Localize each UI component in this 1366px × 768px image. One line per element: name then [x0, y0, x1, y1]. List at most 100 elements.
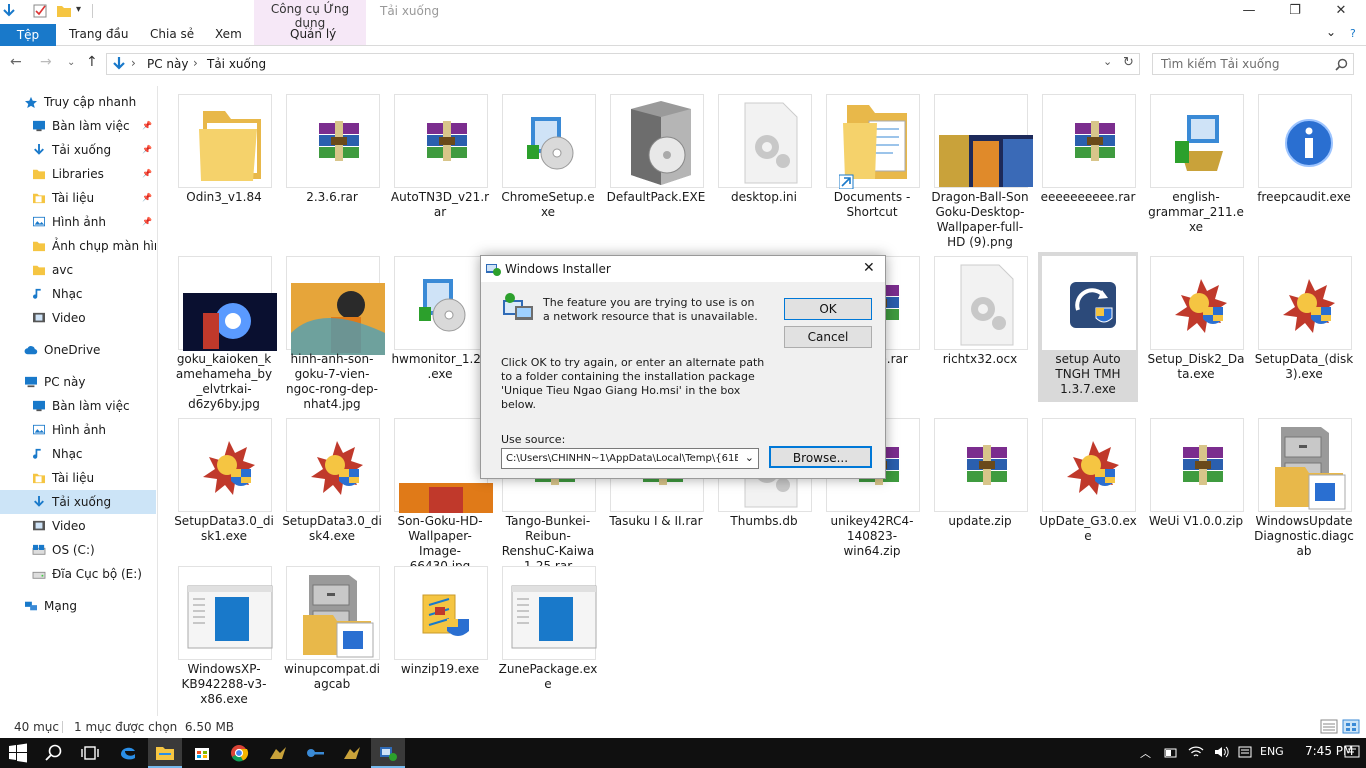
file-item[interactable]: richtx32.ocx — [930, 252, 1030, 402]
file-item[interactable]: Setup_Disk2_Data.exe — [1146, 252, 1246, 402]
installer-taskbar-icon[interactable] — [378, 743, 398, 763]
file-item[interactable]: UpDate_G3.0.exe — [1038, 414, 1138, 560]
nav-network[interactable]: Mạng — [0, 594, 156, 618]
details-view-icon[interactable] — [1320, 719, 1338, 734]
battery-icon[interactable] — [1164, 746, 1178, 760]
file-item[interactable]: update.zip — [930, 414, 1030, 560]
sidebar-item-pc-2[interactable]: Nhạc — [0, 442, 156, 466]
file-item[interactable]: english-grammar_211.exe — [1146, 90, 1246, 240]
sidebar-item-pc-6[interactable]: OS (C:) — [0, 538, 156, 562]
key-icon[interactable] — [305, 743, 325, 763]
sidebar-item-quick-3[interactable]: Tài liệu 📌 — [0, 186, 156, 210]
tab-view[interactable]: Xem — [215, 27, 242, 41]
tab-file[interactable]: Tệp — [0, 24, 56, 46]
new-folder-quick-icon[interactable] — [56, 3, 72, 19]
pin-icon[interactable]: 📌 — [142, 210, 152, 234]
cancel-button[interactable]: Cancel — [784, 326, 872, 348]
up-button[interactable]: ↑ — [86, 54, 98, 70]
sidebar-item-quick-1[interactable]: Tải xuống 📌 — [0, 138, 156, 162]
tab-home[interactable]: Trang đầu — [69, 27, 128, 41]
recent-locations-button[interactable]: ⌄ — [67, 57, 75, 68]
store-icon[interactable] — [192, 743, 212, 763]
pin-icon[interactable]: 📌 — [142, 114, 152, 138]
file-item[interactable]: setup Auto TNGH TMH 1.3.7.exe — [1038, 252, 1138, 402]
large-icons-view-icon[interactable] — [1342, 719, 1360, 734]
file-item[interactable]: freepcaudit.exe — [1254, 90, 1354, 240]
file-item[interactable]: WindowsXP-KB942288-v3-x86.exe — [174, 562, 274, 712]
nav-this-pc[interactable]: PC này — [0, 370, 156, 394]
download-quick-icon[interactable] — [1, 3, 17, 19]
file-item[interactable]: ChromeSetup.exe — [498, 90, 598, 240]
breadcrumb-downloads[interactable]: Tải xuống — [207, 57, 266, 71]
file-item[interactable]: 2.3.6.rar — [282, 90, 382, 240]
sidebar-item-quick-5[interactable]: Ảnh chụp màn hình — [0, 234, 156, 258]
file-item[interactable]: winzip19.exe — [390, 562, 490, 712]
wifi-icon[interactable] — [1188, 745, 1204, 759]
pin-icon[interactable]: 📌 — [142, 138, 152, 162]
file-item[interactable]: ZunePackage.exe — [498, 562, 598, 712]
file-item[interactable]: DefaultPack.EXE — [606, 90, 706, 240]
search-taskbar-icon[interactable] — [44, 743, 64, 763]
sidebar-item-quick-6[interactable]: avc — [0, 258, 156, 282]
sidebar-item-pc-1[interactable]: Hình ảnh — [0, 418, 156, 442]
chrome-icon[interactable] — [229, 743, 249, 763]
customize-quick-access-icon[interactable]: ▾ — [76, 4, 81, 15]
file-item[interactable]: hinh-anh-son-goku-7-vien-ngoc-rong-dep-n… — [282, 252, 385, 411]
volume-icon[interactable] — [1214, 745, 1230, 759]
file-item[interactable]: hwmonitor_1.27.exe — [390, 252, 490, 402]
sidebar-item-quick-0[interactable]: Bàn làm việc 📌 — [0, 114, 156, 138]
file-explorer-icon[interactable] — [155, 743, 175, 763]
dialog-close-button[interactable]: ✕ — [863, 260, 875, 276]
forward-button[interactable]: → — [40, 54, 52, 70]
maximize-button[interactable]: ❐ — [1272, 0, 1318, 24]
back-button[interactable]: ← — [10, 54, 22, 70]
file-item[interactable]: eeeeeeeeee.rar — [1038, 90, 1138, 240]
sidebar-item-pc-7[interactable]: Đĩa Cục bộ (E:) — [0, 562, 156, 586]
file-item[interactable]: goku_kaioken_kamehameha_by_elvtrkai-d6zy… — [174, 252, 277, 411]
file-item[interactable]: Son-Goku-HD-Wallpaper-Image-66430.jpg — [390, 414, 493, 573]
address-dropdown-icon[interactable]: ⌄ — [1103, 55, 1112, 68]
file-item[interactable]: Dragon-Ball-Son Goku-Desktop-Wallpaper-f… — [930, 90, 1033, 249]
nav-quick-access[interactable]: Truy cập nhanh — [0, 90, 156, 114]
tab-share[interactable]: Chia sẻ — [150, 27, 194, 41]
close-button[interactable]: ✕ — [1318, 0, 1364, 24]
file-item[interactable]: WindowsUpdateDiagnostic.diagcab — [1254, 414, 1354, 560]
browse-button[interactable]: Browse... — [769, 446, 872, 468]
sidebar-item-quick-7[interactable]: Nhạc — [0, 282, 156, 306]
file-item[interactable]: WeUi V1.0.0.zip — [1146, 414, 1246, 560]
language-indicator[interactable]: ENG — [1260, 745, 1284, 758]
action-center-icon[interactable] — [1344, 745, 1360, 760]
file-item[interactable]: winupcompat.diagcab — [282, 562, 382, 712]
task-view-icon[interactable] — [80, 743, 100, 763]
sidebar-item-pc-0[interactable]: Bàn làm việc — [0, 394, 156, 418]
sidebar-item-pc-4[interactable]: Tải xuống — [0, 490, 156, 514]
file-item[interactable]: SetupData3.0_disk1.exe — [174, 414, 274, 560]
file-item[interactable]: desktop.ini — [714, 90, 814, 240]
sidebar-item-quick-8[interactable]: Video — [0, 306, 156, 330]
address-bar[interactable]: › PC này › Tải xuống ⌄ ↻ — [106, 53, 1140, 75]
properties-quick-icon[interactable] — [32, 3, 48, 19]
file-item[interactable]: SetupData3.0_disk4.exe — [282, 414, 382, 560]
file-item[interactable]: AutoTN3D_v21.rar — [390, 90, 490, 240]
nav-onedrive[interactable]: OneDrive — [0, 338, 156, 362]
game-icon[interactable] — [268, 743, 288, 763]
sidebar-item-quick-4[interactable]: Hình ảnh 📌 — [0, 210, 156, 234]
keyboard-icon[interactable] — [1238, 745, 1252, 759]
show-hidden-icons[interactable]: ︿ — [1140, 745, 1151, 761]
refresh-button[interactable]: ↻ — [1123, 55, 1134, 70]
ok-button[interactable]: OK — [784, 298, 872, 320]
start-button-icon[interactable] — [8, 743, 28, 763]
sidebar-item-pc-3[interactable]: Tài liệu — [0, 466, 156, 490]
file-item[interactable]: SetupData_(disk3).exe — [1254, 252, 1354, 402]
chevron-down-icon[interactable]: ⌄ — [745, 451, 754, 464]
search-icon[interactable] — [1335, 58, 1348, 71]
sidebar-item-pc-5[interactable]: Video — [0, 514, 156, 538]
pin-icon[interactable]: 📌 — [142, 162, 152, 186]
sidebar-item-quick-2[interactable]: Libraries 📌 — [0, 162, 156, 186]
expand-ribbon-icon[interactable]: ⌄ — [1326, 25, 1336, 39]
tab-manage[interactable]: Quản lý — [290, 27, 336, 41]
file-item[interactable]: Documents - Shortcut — [822, 90, 922, 240]
breadcrumb-this-pc[interactable]: PC này — [147, 57, 189, 71]
game-icon-2[interactable] — [342, 743, 362, 763]
help-icon[interactable]: ? — [1350, 27, 1356, 40]
